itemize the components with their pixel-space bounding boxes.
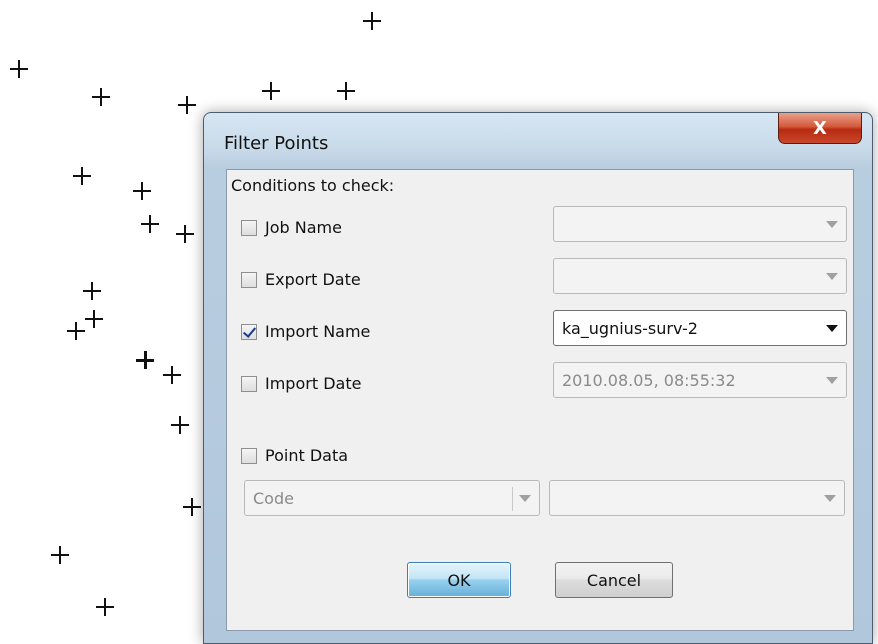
point-data-label: Point Data [265,446,349,465]
job-name-combo[interactable] [553,206,847,242]
import-name-combo-value: ka_ugnius-surv-2 [562,318,698,338]
cancel-button-label: Cancel [586,570,642,590]
import-date-checkbox[interactable] [241,375,257,392]
chevron-down-icon [826,325,838,332]
chevron-down-icon [826,221,838,228]
point-marker [73,167,91,185]
dialog-title: Filter Points [224,133,329,154]
job-name-label: Job Name [265,218,342,237]
point-marker [136,351,154,369]
ok-button-label: OK [447,570,471,590]
close-icon: X [813,117,827,139]
close-button[interactable]: X [778,113,862,144]
import-date-combo-value: 2010.08.05, 08:55:32 [562,370,736,390]
point-marker [83,282,101,300]
point-marker [183,498,201,516]
ok-button[interactable]: OK [407,562,511,598]
job-name-row: Job Name [241,218,342,237]
point-data-checkbox[interactable] [241,447,257,464]
import-name-checkbox[interactable] [241,323,257,340]
point-marker [10,60,28,78]
cancel-button[interactable]: Cancel [555,562,673,598]
chevron-down-icon [824,495,836,502]
export-date-checkbox[interactable] [241,271,257,288]
point-marker [262,82,280,100]
import-date-label: Import Date [265,374,362,393]
point-marker [51,546,69,564]
chevron-down-icon [826,273,838,280]
filter-points-dialog: Filter Points X Conditions to check: Job… [203,112,873,644]
combo-separator [512,487,513,511]
chevron-down-icon [826,377,838,384]
point-data-value-combo[interactable] [549,480,845,516]
point-marker [92,88,110,106]
point-marker [67,322,85,340]
dialog-client-area: Conditions to check: Job Name Export Dat… [226,169,854,631]
import-name-combo[interactable]: ka_ugnius-surv-2 [553,310,847,346]
point-marker [337,82,355,100]
point-marker [171,416,189,434]
point-marker [85,310,103,328]
point-marker [133,182,151,200]
import-date-row: Import Date [241,374,361,393]
point-marker [176,225,194,243]
point-data-row: Point Data [241,446,348,465]
point-marker [163,366,181,384]
point-data-field-value: Code [253,488,294,508]
export-date-row: Export Date [241,270,361,289]
import-date-combo[interactable]: 2010.08.05, 08:55:32 [553,362,847,398]
point-marker [363,12,381,30]
import-name-row: Import Name [241,322,370,341]
chevron-down-icon [519,495,531,502]
import-name-label: Import Name [265,322,371,341]
point-marker [141,215,159,233]
conditions-group-label: Conditions to check: [231,176,395,195]
point-marker [96,598,114,616]
job-name-checkbox[interactable] [241,219,257,236]
export-date-label: Export Date [265,270,361,289]
point-marker [178,96,196,114]
export-date-combo[interactable] [553,258,847,294]
point-data-field-combo[interactable]: Code [244,480,540,516]
